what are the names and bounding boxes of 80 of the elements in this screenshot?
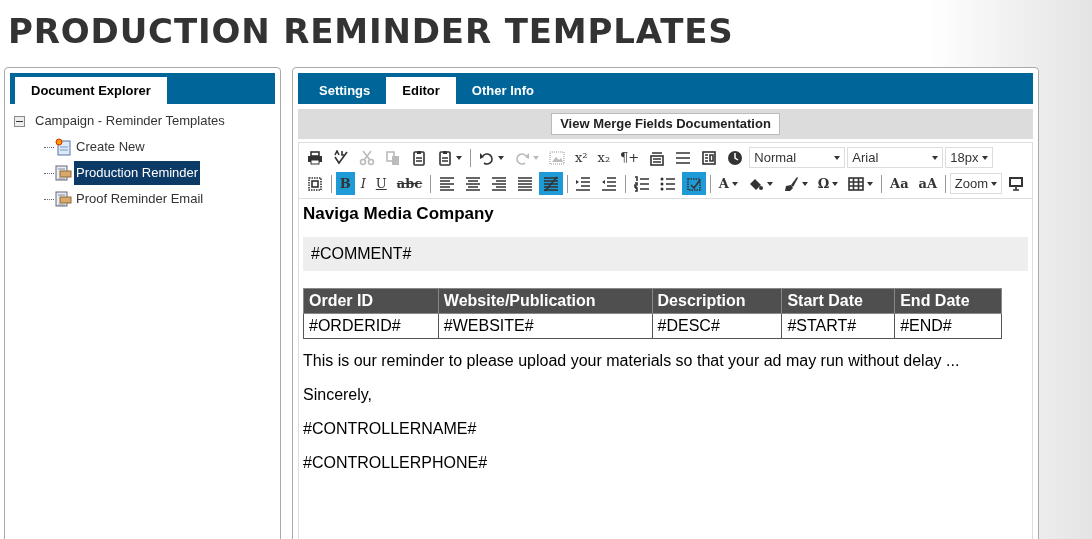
toolbar-button[interactable]: x₂	[593, 146, 615, 169]
toolbar-button[interactable]: I	[356, 172, 370, 195]
clear-format-icon	[542, 175, 559, 192]
caret-icon	[766, 181, 773, 186]
new-document-icon	[54, 138, 72, 156]
spellcheck-icon	[333, 149, 349, 166]
image-icon	[549, 149, 565, 166]
print-icon	[307, 149, 323, 166]
column-header: Order ID	[303, 288, 439, 314]
tree-item[interactable]: Campaign - Reminder Templates	[33, 111, 227, 131]
document-heading: Naviga Media Company	[303, 203, 495, 225]
toolbar-button[interactable]: ¶+	[616, 146, 644, 169]
toolbar-button[interactable]: Ω	[813, 172, 843, 195]
caret-icon	[801, 181, 808, 186]
checkbox-icon	[686, 175, 703, 192]
tab[interactable]: Other Info	[455, 77, 550, 104]
tab[interactable]: Settings	[303, 77, 387, 104]
dropdown[interactable]: Normal	[749, 147, 846, 168]
table-cell: #WEBSITE#	[438, 313, 653, 339]
comment-block: #COMMENT#	[303, 237, 1028, 271]
toolbar-button[interactable]	[538, 172, 563, 195]
align-right-icon	[490, 175, 507, 192]
toolbar-button[interactable]: Aa	[886, 172, 913, 195]
toolbar-button[interactable]: aA	[914, 172, 942, 195]
tree-item[interactable]: Production Reminder	[74, 161, 201, 185]
template-icon	[701, 149, 718, 166]
dropdown[interactable]: Zoom	[949, 173, 1002, 194]
collapse-icon[interactable]	[14, 115, 25, 127]
align-center-icon	[464, 175, 481, 192]
caret-icon	[731, 181, 738, 186]
tree-item[interactable]: Create New	[74, 135, 147, 159]
column-header: Website/Publication	[438, 288, 653, 314]
select-all-icon	[307, 175, 323, 192]
caret-icon	[832, 181, 839, 186]
tree-item[interactable]: Proof Reminder Email	[74, 187, 206, 211]
clipboard-icon	[411, 149, 427, 166]
brush-icon	[782, 175, 799, 192]
numbered-list-icon	[634, 175, 651, 192]
page-title: PRODUCTION REMINDER TEMPLATES	[8, 10, 734, 53]
toolbar-button[interactable]: x²	[571, 146, 592, 169]
dropdown[interactable]: Arial	[847, 147, 944, 168]
caret-icon	[456, 155, 462, 160]
text-box-icon	[649, 149, 666, 166]
outdent-icon	[601, 175, 618, 192]
copy-icon	[385, 149, 401, 166]
column-header: Start Date	[781, 288, 895, 314]
document-icon	[54, 164, 72, 182]
paragraph: #CONTROLLERNAME#	[303, 419, 478, 439]
table-cell: #DESC#	[652, 313, 782, 339]
column-header: End Date	[894, 288, 1002, 314]
document-icon	[54, 190, 72, 208]
toolbar-button[interactable]: A	[714, 172, 742, 195]
tab[interactable]: Document Explorer	[15, 77, 167, 104]
indent-icon	[575, 175, 592, 192]
paragraph: #CONTROLLERPHONE#	[303, 453, 489, 473]
monitor-icon	[1007, 175, 1024, 192]
column-header: Description	[652, 288, 782, 314]
caret-icon	[533, 155, 539, 160]
bullet-list-icon	[660, 175, 677, 192]
align-left-icon	[438, 175, 455, 192]
toolbar-button[interactable]: abc	[392, 172, 427, 195]
justify-icon	[516, 175, 533, 192]
clipboard-icon	[437, 149, 453, 166]
caret-icon	[498, 155, 504, 160]
toolbar-button[interactable]: B	[335, 172, 355, 195]
toolbar-button[interactable]	[682, 172, 707, 195]
scissors-icon	[359, 149, 375, 166]
tab[interactable]: Editor	[386, 77, 456, 104]
paragraph: This is our reminder to please upload your materials so that your ad may run without delay ...	[303, 351, 961, 371]
dropdown[interactable]: 18px	[945, 147, 994, 168]
clock-icon	[727, 149, 744, 166]
table-cell: #END#	[894, 313, 1002, 339]
horizontal-rule-icon	[675, 149, 692, 166]
merge-fields-button[interactable]: View Merge Fields Documentation	[551, 113, 780, 135]
paragraph: Sincerely,	[303, 385, 374, 405]
toolbar-button[interactable]: U	[371, 172, 391, 195]
table-cell: #START#	[781, 313, 895, 339]
table-icon	[848, 175, 865, 192]
caret-icon	[867, 181, 874, 186]
table-cell: #ORDERID#	[303, 313, 439, 339]
